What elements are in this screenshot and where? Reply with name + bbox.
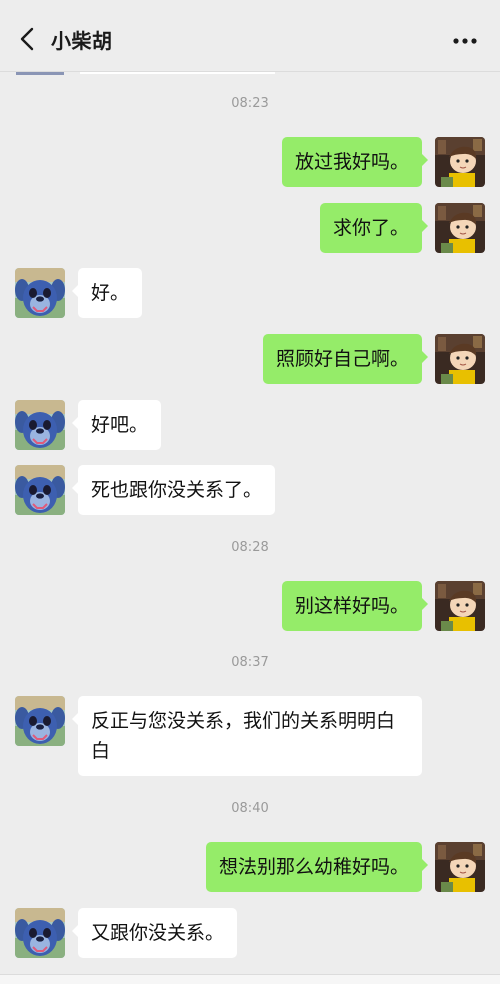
my-avatar[interactable] [435, 203, 485, 253]
message-bubble-outgoing[interactable]: 求你了。 [319, 203, 429, 253]
message-bubble-outgoing[interactable]: 别这样好吗。 [281, 581, 429, 631]
contact-avatar[interactable] [15, 268, 65, 318]
message-bubble-incoming[interactable]: 反正与您没关系，我们的关系明明白白 [72, 696, 422, 776]
message-bubble-incoming[interactable]: 好吧。 [71, 400, 162, 450]
more-dots-icon [453, 38, 477, 44]
message-bubble-incoming[interactable]: 死也跟你没关系了。 [71, 465, 276, 515]
input-bar [0, 974, 500, 984]
chevron-left-icon [20, 27, 34, 51]
partial-avatar [16, 72, 64, 75]
timestamp: 08:37 [231, 655, 269, 670]
message-bubble-outgoing[interactable]: 想法别那么幼稚好吗。 [205, 842, 429, 892]
my-avatar[interactable] [435, 581, 485, 631]
contact-avatar[interactable] [15, 465, 65, 515]
message-bubble-incoming[interactable]: 好。 [71, 268, 143, 318]
contact-avatar[interactable] [15, 696, 65, 746]
chat-header: 小柴胡 [0, 0, 500, 72]
timestamp: 08:40 [231, 801, 269, 816]
contact-avatar[interactable] [15, 400, 65, 450]
timestamp: 08:28 [231, 540, 269, 555]
my-avatar[interactable] [435, 842, 485, 892]
chat-title: 小柴胡 [51, 29, 113, 53]
my-avatar[interactable] [435, 137, 485, 187]
back-button[interactable] [10, 22, 44, 56]
more-button[interactable] [448, 27, 482, 55]
message-bubble-outgoing[interactable]: 照顾好自己啊。 [262, 334, 429, 384]
timestamp: 08:23 [231, 96, 269, 111]
partial-message-bubble [80, 72, 275, 74]
my-avatar[interactable] [435, 334, 485, 384]
message-bubble-outgoing[interactable]: 放过我好吗。 [281, 137, 429, 187]
contact-avatar[interactable] [15, 908, 65, 958]
message-bubble-incoming[interactable]: 又跟你没关系。 [71, 908, 238, 958]
